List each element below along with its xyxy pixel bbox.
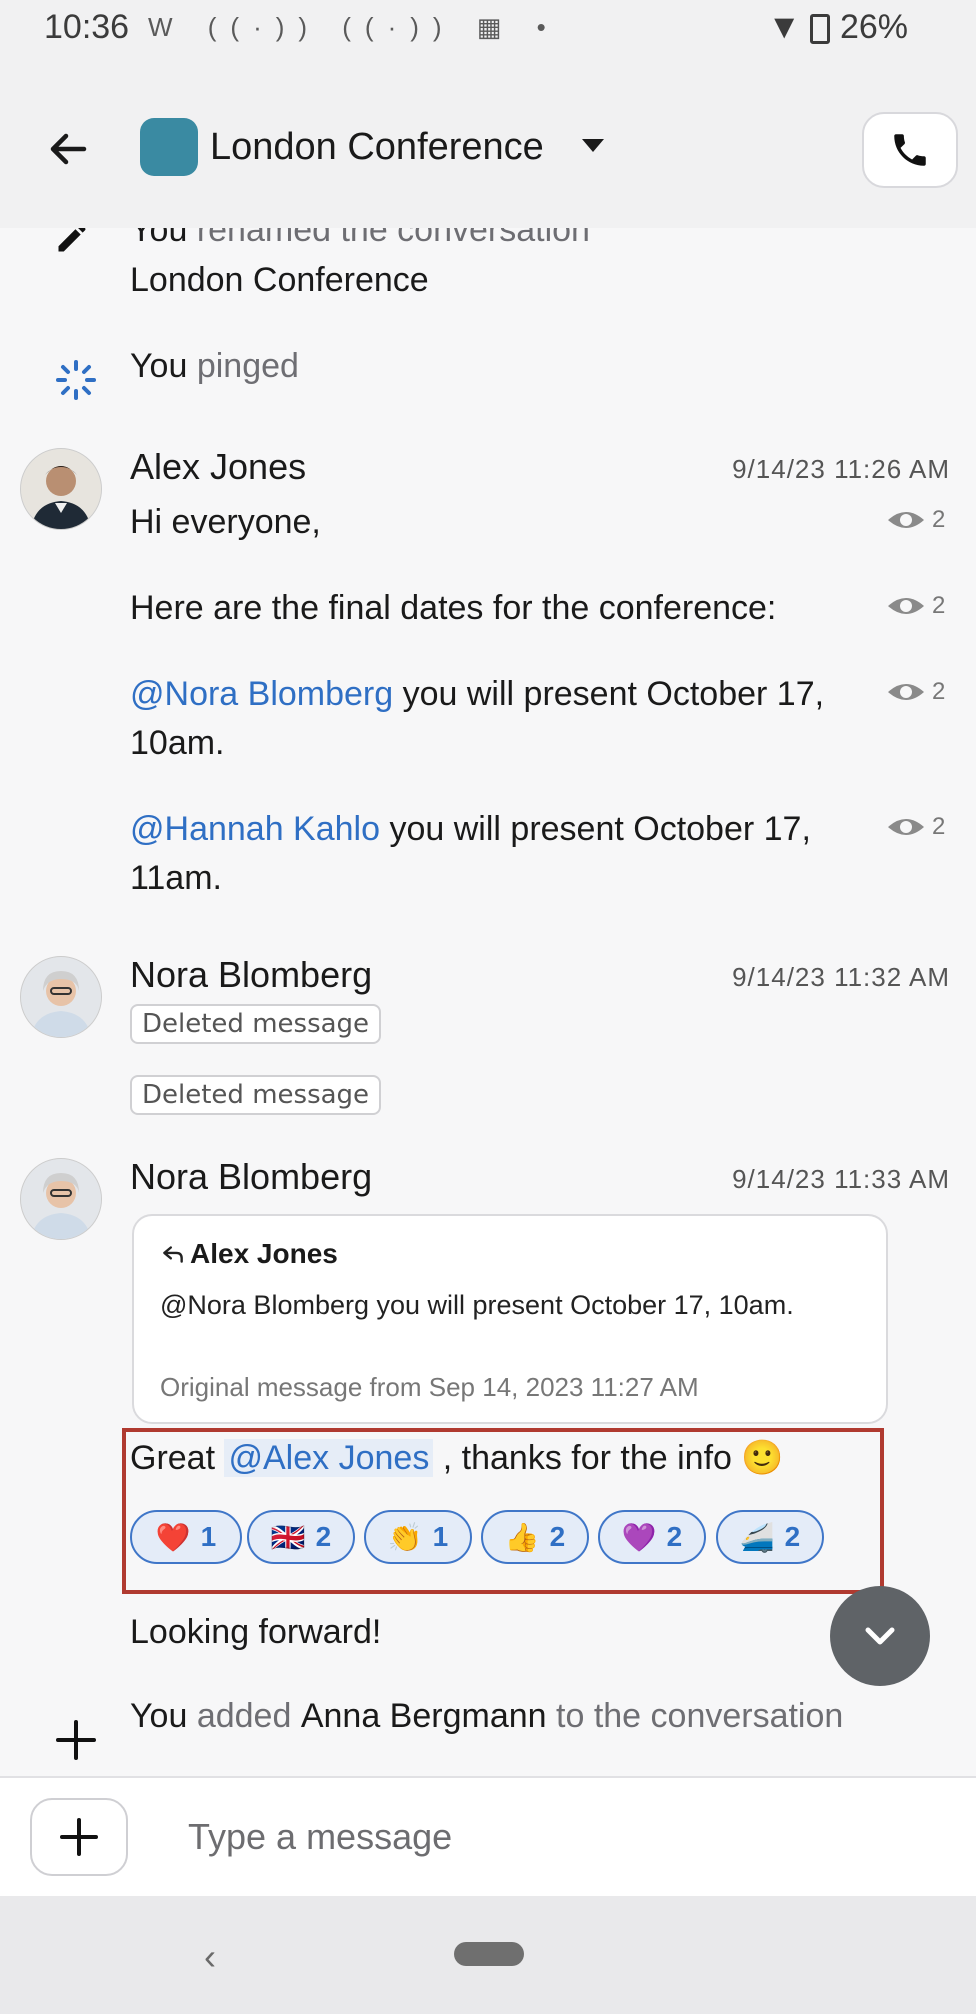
message-text[interactable]: Here are the final dates for the confere… bbox=[130, 584, 860, 633]
eye-icon bbox=[888, 598, 924, 614]
new-conversation-name: London Conference bbox=[130, 261, 429, 299]
read-count: 2 bbox=[932, 813, 946, 840]
message-text[interactable]: Looking forward! bbox=[130, 1608, 381, 1657]
plus-icon bbox=[60, 1818, 98, 1856]
event-actor: You bbox=[130, 347, 188, 385]
status-bar: 10:36 W ((·)) ((·)) ▦ • ▼ 26% bbox=[0, 0, 976, 60]
status-right: ▼ 26% bbox=[767, 8, 908, 47]
message-composer bbox=[0, 1776, 976, 1896]
eye-icon bbox=[888, 684, 924, 700]
message-timestamp: 9/14/23 11:32 AM bbox=[732, 962, 950, 992]
avatar[interactable] bbox=[20, 1158, 102, 1240]
mention-link[interactable]: @Nora Blomberg bbox=[130, 675, 393, 713]
event-actor: You bbox=[130, 1697, 188, 1735]
status-notification-icons: W ((·)) ((·)) ▦ • bbox=[148, 12, 560, 42]
read-receipt[interactable]: 2 bbox=[886, 813, 945, 841]
conversation-title[interactable]: London Conference bbox=[210, 126, 544, 169]
ping-icon bbox=[54, 358, 98, 407]
event-text: renamed the conversation bbox=[196, 228, 590, 249]
battery-level: 26% bbox=[839, 8, 908, 46]
message-input[interactable] bbox=[186, 1804, 930, 1870]
avatar[interactable] bbox=[20, 448, 102, 530]
deleted-message-badge: Deleted message bbox=[130, 1004, 382, 1044]
conversation-avatar bbox=[140, 118, 198, 176]
message-text[interactable]: Hi everyone, bbox=[130, 498, 860, 547]
read-count: 2 bbox=[932, 678, 946, 705]
quote-text: @Nora Blomberg you will present October … bbox=[160, 1290, 794, 1320]
read-count: 2 bbox=[932, 592, 946, 619]
ping-event: You pinged bbox=[130, 342, 299, 391]
message-text[interactable]: @Hannah Kahlo you will present October 1… bbox=[130, 805, 880, 903]
message-author[interactable]: Nora Blomberg bbox=[130, 954, 372, 996]
event-text: pinged bbox=[196, 347, 299, 385]
highlight-box bbox=[122, 1428, 884, 1594]
reply-arrow-icon bbox=[163, 1246, 183, 1263]
message-text[interactable]: @Nora Blomberg you will present October … bbox=[130, 670, 870, 768]
conversation-header: London Conference bbox=[0, 60, 976, 228]
system-nav-bar: ‹ bbox=[0, 1896, 976, 2014]
phone-icon bbox=[894, 134, 926, 166]
wifi-icon: ▼ bbox=[767, 8, 802, 46]
back-arrow-icon[interactable] bbox=[44, 124, 94, 174]
eye-icon bbox=[888, 512, 924, 528]
read-receipt[interactable]: 2 bbox=[886, 678, 945, 706]
event-text: to the conversation bbox=[556, 1697, 844, 1735]
chevron-down-icon[interactable] bbox=[582, 139, 604, 152]
nav-home-pill[interactable] bbox=[454, 1942, 524, 1966]
message-timestamp: 9/14/23 11:26 AM bbox=[732, 454, 950, 484]
quote-author: Alex Jones bbox=[190, 1238, 338, 1269]
quote-header: Alex Jones bbox=[160, 1238, 338, 1270]
event-text: added bbox=[196, 1697, 292, 1735]
read-count: 2 bbox=[932, 506, 946, 533]
eye-icon bbox=[888, 819, 924, 835]
status-time: 10:36 bbox=[44, 8, 130, 46]
quote-original-info: Original message from Sep 14, 2023 11:27… bbox=[160, 1372, 699, 1402]
scroll-to-bottom-button[interactable] bbox=[830, 1586, 930, 1686]
pencil-icon bbox=[54, 228, 90, 261]
read-receipt[interactable]: 2 bbox=[886, 506, 945, 534]
event-person[interactable]: Anna Bergmann bbox=[301, 1697, 547, 1735]
avatar[interactable] bbox=[20, 956, 102, 1038]
event-actor: You bbox=[130, 228, 188, 249]
rename-event: You renamed the conversation bbox=[130, 228, 590, 255]
battery-icon bbox=[810, 14, 831, 45]
deleted-message-badge: Deleted message bbox=[130, 1075, 382, 1115]
message-timestamp: 9/14/23 11:33 AM bbox=[732, 1164, 950, 1194]
chevron-down-icon bbox=[865, 1627, 895, 1645]
added-event: You added Anna Bergmann to the conversat… bbox=[130, 1692, 843, 1741]
mention-link[interactable]: @Hannah Kahlo bbox=[130, 810, 380, 848]
add-attachment-button[interactable] bbox=[30, 1798, 128, 1876]
nav-back-icon[interactable]: ‹ bbox=[204, 1936, 216, 1978]
plus-icon bbox=[54, 1718, 98, 1767]
call-button[interactable] bbox=[862, 112, 958, 188]
message-author[interactable]: Alex Jones bbox=[130, 446, 306, 488]
message-author[interactable]: Nora Blomberg bbox=[130, 1156, 372, 1198]
read-receipt[interactable]: 2 bbox=[886, 592, 945, 620]
quoted-message-card[interactable]: Alex Jones @Nora Blomberg you will prese… bbox=[132, 1214, 888, 1424]
